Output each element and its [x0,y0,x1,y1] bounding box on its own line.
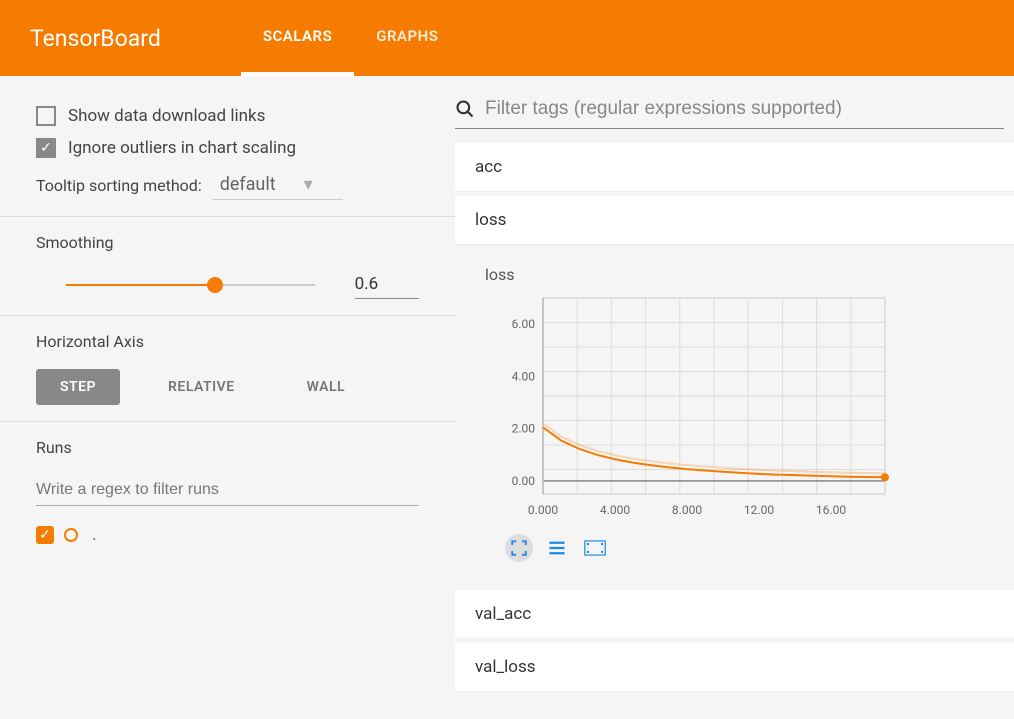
tooltip-sort-label: Tooltip sorting method: [36,176,202,195]
tooltip-sort-value: default [220,174,276,195]
runs-label: Runs [36,438,419,457]
svg-text:0.000: 0.000 [528,503,558,517]
svg-text:6.00: 6.00 [512,317,536,331]
run-name-dot: . [92,524,97,545]
checkbox-unchecked-icon [36,106,56,126]
tag-section-acc[interactable]: acc [455,143,1014,192]
slider-fill [66,284,215,286]
runs-filter-input[interactable] [36,475,419,506]
chart-title: loss [485,265,994,284]
smoothing-value-input[interactable]: 0.6 [355,270,419,299]
chart-panel-loss: loss 0.00 2.00 4.00 6.00 0.000 4.000 8.000 12.0… [455,249,1014,582]
sidebar: Show data download links ✓ Ignore outlie… [0,76,455,719]
ignore-outliers-checkbox[interactable]: ✓ Ignore outliers in chart scaling [36,138,419,158]
smoothing-slider[interactable] [66,275,315,295]
show-download-label: Show data download links [68,106,265,126]
axis-btn-step[interactable]: STEP [36,369,120,405]
tab-scalars[interactable]: SCALARS [241,0,354,76]
tag-section-loss[interactable]: loss [455,196,1014,245]
tab-graphs[interactable]: GRAPHS [354,0,460,76]
smoothing-label: Smoothing [36,233,419,252]
tag-section-val-acc[interactable]: val_acc [455,590,1014,639]
slider-thumb[interactable] [207,277,223,293]
svg-text:4.000: 4.000 [600,503,630,517]
svg-text:0.00: 0.00 [512,474,536,488]
tooltip-sort-select[interactable]: default ▾ [212,170,343,200]
horizontal-axis-label: Horizontal Axis [36,332,419,351]
svg-text:16.00: 16.00 [816,503,846,517]
axis-btn-wall[interactable]: WALL [283,369,369,405]
app-header: TensorBoard SCALARS GRAPHS [0,0,1014,76]
ignore-outliers-label: Ignore outliers in chart scaling [68,138,296,158]
svg-text:4.00: 4.00 [512,369,536,383]
show-download-checkbox[interactable]: Show data download links [36,106,419,126]
axis-btn-relative[interactable]: RELATIVE [144,369,259,405]
header-tabs: SCALARS GRAPHS [241,0,461,76]
app-title: TensorBoard [30,25,161,52]
content-area: acc loss loss 0.00 2.00 4.00 6.00 0.000 4.000… [455,76,1014,719]
run-color-circle-icon[interactable] [64,528,78,542]
expand-chart-button[interactable] [505,534,533,562]
checkbox-checked-icon: ✓ [36,138,56,158]
svg-text:8.000: 8.000 [672,503,702,517]
fit-domain-button[interactable] [581,534,609,562]
tag-section-val-loss[interactable]: val_loss [455,643,1014,692]
svg-text:12.00: 12.00 [744,503,774,517]
search-icon [455,99,475,119]
run-toggle-all-checkbox[interactable]: ✓ [36,526,54,544]
toggle-lines-button[interactable] [543,534,571,562]
loss-chart[interactable]: 0.00 2.00 4.00 6.00 0.000 4.000 8.000 12.00 16.0… [485,292,895,522]
svg-text:2.00: 2.00 [512,422,536,436]
caret-down-icon: ▾ [304,174,313,195]
tag-filter-input[interactable] [485,98,1004,120]
